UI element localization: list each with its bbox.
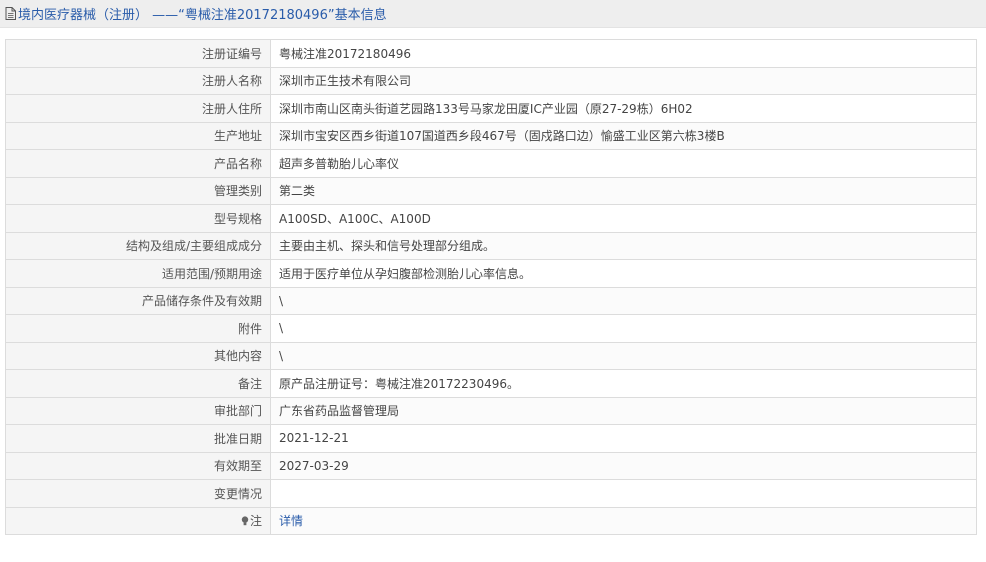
row-label: 产品储存条件及有效期 — [5, 286, 271, 315]
table-row: 有效期至 2027-03-29 — [5, 451, 977, 480]
table-row: 结构及组成/主要组成成分 主要由主机、探头和信号处理部分组成。 — [5, 231, 977, 260]
row-value: 原产品注册证号：粤械注准20172230496。 — [270, 369, 977, 398]
table-row: 审批部门 广东省药品监督管理局 — [5, 396, 977, 425]
row-value: \ — [270, 286, 977, 315]
page-title: 境内医疗器械（注册） ——“粤械注准20172180496”基本信息 — [18, 8, 387, 23]
note-label-cell: 注 — [5, 506, 271, 535]
row-label: 批准日期 — [5, 424, 271, 453]
row-label: 其他内容 — [5, 341, 271, 370]
row-value: 超声多普勒胎儿心率仪 — [270, 149, 977, 178]
note-value-cell: 详情 — [270, 506, 977, 535]
detail-table: 注册证编号 粤械注准20172180496 注册人名称 深圳市正生技术有限公司 … — [5, 39, 977, 535]
lightbulb-icon — [241, 516, 249, 526]
table-row: 管理类别 第二类 — [5, 176, 977, 205]
row-value: 深圳市正生技术有限公司 — [270, 66, 977, 95]
row-value: 2021-12-21 — [270, 424, 977, 453]
row-value: 深圳市南山区南头街道艺园路133号马家龙田厦IC产业园（原27-29栋）6H02 — [270, 94, 977, 123]
row-value: A100SD、A100C、A100D — [270, 204, 977, 233]
table-row: 附件 \ — [5, 314, 977, 343]
row-label: 结构及组成/主要组成成分 — [5, 231, 271, 260]
row-label: 型号规格 — [5, 204, 271, 233]
row-label: 注册人住所 — [5, 94, 271, 123]
table-row: 产品名称 超声多普勒胎儿心率仪 — [5, 149, 977, 178]
row-value: 2027-03-29 — [270, 451, 977, 480]
detail-table-body: 注册证编号 粤械注准20172180496 注册人名称 深圳市正生技术有限公司 … — [5, 39, 977, 535]
detail-table-container: 注册证编号 粤械注准20172180496 注册人名称 深圳市正生技术有限公司 … — [5, 39, 977, 535]
row-value: 第二类 — [270, 176, 977, 205]
row-value — [270, 479, 977, 508]
row-label: 审批部门 — [5, 396, 271, 425]
row-label: 管理类别 — [5, 176, 271, 205]
row-label: 有效期至 — [5, 451, 271, 480]
row-label: 注册人名称 — [5, 66, 271, 95]
table-row: 生产地址 深圳市宝安区西乡街道107国道西乡段467号（固戍路口边）愉盛工业区第… — [5, 121, 977, 150]
table-row: 型号规格 A100SD、A100C、A100D — [5, 204, 977, 233]
table-row: 其他内容 \ — [5, 341, 977, 370]
table-row: 注册证编号 粤械注准20172180496 — [5, 39, 977, 68]
row-label: 生产地址 — [5, 121, 271, 150]
table-row: 注册人住所 深圳市南山区南头街道艺园路133号马家龙田厦IC产业园（原27-29… — [5, 94, 977, 123]
table-row: 产品储存条件及有效期 \ — [5, 286, 977, 315]
row-label: 附件 — [5, 314, 271, 343]
row-value: 深圳市宝安区西乡街道107国道西乡段467号（固戍路口边）愉盛工业区第六栋3楼B — [270, 121, 977, 150]
row-value: 广东省药品监督管理局 — [270, 396, 977, 425]
title-bar: 境内医疗器械（注册） ——“粤械注准20172180496”基本信息 — [0, 0, 986, 28]
table-row: 批准日期 2021-12-21 — [5, 424, 977, 453]
row-value: 粤械注准20172180496 — [270, 39, 977, 68]
row-value: \ — [270, 314, 977, 343]
row-value: 适用于医疗单位从孕妇腹部检测胎儿心率信息。 — [270, 259, 977, 288]
row-label: 备注 — [5, 369, 271, 398]
details-link[interactable]: 详情 — [279, 514, 303, 528]
row-label: 产品名称 — [5, 149, 271, 178]
row-label: 适用范围/预期用途 — [5, 259, 271, 288]
page: 境内医疗器械（注册） ——“粤械注准20172180496”基本信息 注册证编号… — [0, 0, 986, 562]
table-row: 备注 原产品注册证号：粤械注准20172230496。 — [5, 369, 977, 398]
row-label: 变更情况 — [5, 479, 271, 508]
document-icon — [5, 7, 16, 20]
row-value: \ — [270, 341, 977, 370]
table-row: 适用范围/预期用途 适用于医疗单位从孕妇腹部检测胎儿心率信息。 — [5, 259, 977, 288]
note-label: 注 — [249, 514, 262, 529]
table-row: 变更情况 — [5, 479, 977, 508]
table-row: 注册人名称 深圳市正生技术有限公司 — [5, 66, 977, 95]
row-label: 注册证编号 — [5, 39, 271, 68]
note-row: 注 详情 — [5, 506, 977, 535]
row-value: 主要由主机、探头和信号处理部分组成。 — [270, 231, 977, 260]
